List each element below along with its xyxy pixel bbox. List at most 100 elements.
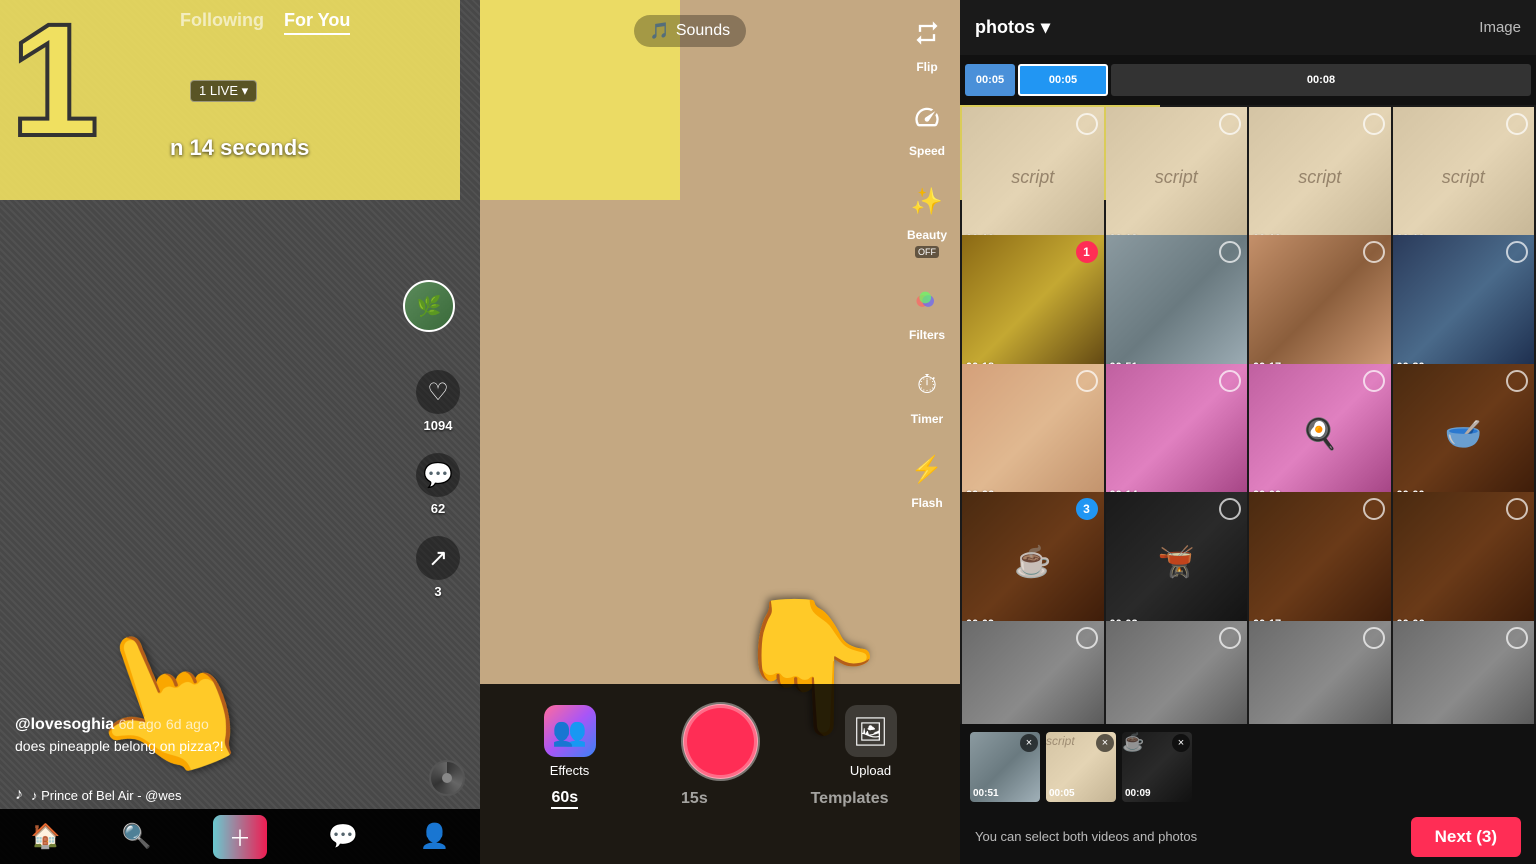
image-type-button[interactable]: Image: [1479, 19, 1521, 36]
selected-thumb-1: × 00:51: [970, 732, 1040, 802]
remove-thumb-1[interactable]: ×: [1020, 734, 1038, 752]
tab-following[interactable]: Following: [180, 10, 264, 35]
upload-label: Upload: [850, 763, 891, 778]
comment-button[interactable]: 💬 62: [416, 453, 460, 516]
selected-thumb-2: script × 00:05: [1046, 732, 1116, 802]
music-info[interactable]: ♪ ♪ Prince of Bel Air - @wes: [15, 786, 181, 804]
photo-select-7[interactable]: [1363, 241, 1385, 263]
panel-feed: 1 Following For You 1 LIVE ▾ n 14 second…: [0, 0, 480, 864]
comment-icon: 💬: [416, 453, 460, 497]
photo-cell-16[interactable]: 00:06: [1393, 492, 1535, 634]
beauty-off-badge: OFF: [915, 246, 939, 258]
action-buttons-container: ♡ 1094 💬 62 ↗ 3: [416, 370, 460, 599]
sounds-label: Sounds: [676, 22, 730, 40]
tool-flash[interactable]: ⚡ Flash: [904, 446, 950, 510]
photo-select-10[interactable]: [1219, 370, 1241, 392]
photo-select-13[interactable]: 3: [1076, 498, 1098, 520]
speed-icon: [904, 94, 950, 140]
tool-filters[interactable]: Filters: [904, 278, 950, 342]
selected-thumb-3: ☕ × 00:09: [1122, 732, 1192, 802]
photo-cell-10[interactable]: 00:14: [1106, 364, 1248, 506]
photos-title: photos: [975, 17, 1035, 38]
photo-select-2[interactable]: [1219, 113, 1241, 135]
filters-label: Filters: [909, 328, 945, 342]
camera-bottom: 👥 Effects 🖼 Upload 60s 15s Templates: [480, 684, 960, 864]
comment-count: 62: [431, 501, 445, 516]
speed-label: Speed: [909, 144, 945, 158]
photo-cell-6[interactable]: 00:51: [1106, 235, 1248, 377]
duration-templates[interactable]: Templates: [811, 790, 889, 808]
nav-search[interactable]: 🔍: [122, 822, 152, 851]
photo-cell-12[interactable]: 🥣 00:00: [1393, 364, 1535, 506]
next-button[interactable]: Next (3): [1411, 817, 1521, 857]
photo-cell-11[interactable]: 🍳 00:00: [1249, 364, 1391, 506]
photo-select-19[interactable]: [1363, 627, 1385, 649]
photo-cell-14[interactable]: 🫕 00:02: [1106, 492, 1248, 634]
photo-select-5[interactable]: 1: [1076, 241, 1098, 263]
photo-select-17[interactable]: [1076, 627, 1098, 649]
photo-cell-4[interactable]: script 00:19: [1393, 107, 1535, 249]
like-button[interactable]: ♡ 1094: [416, 370, 460, 433]
effects-icon: 👥: [544, 705, 596, 757]
remove-thumb-2[interactable]: ×: [1096, 734, 1114, 752]
effects-button[interactable]: 👥 Effects: [544, 705, 596, 778]
record-button[interactable]: [683, 704, 758, 779]
tool-flip[interactable]: Flip: [904, 10, 950, 74]
music-disc[interactable]: [429, 760, 465, 796]
creator-avatar[interactable]: 🌿: [403, 280, 455, 332]
upload-icon: 🖼: [845, 705, 897, 757]
nav-create[interactable]: ＋: [213, 815, 267, 859]
nav-profile[interactable]: 👤: [419, 822, 449, 851]
effects-label: Effects: [550, 763, 590, 778]
photo-select-3[interactable]: [1363, 113, 1385, 135]
sounds-button[interactable]: 🎵 Sounds: [634, 15, 746, 47]
post-time: 6d ago: [119, 716, 162, 732]
photo-cell-1[interactable]: script 00:19: [962, 107, 1104, 249]
tab-for-you[interactable]: For You: [284, 10, 350, 35]
photo-select-1[interactable]: [1076, 113, 1098, 135]
dropdown-chevron-icon: ▾: [1041, 17, 1050, 38]
plus-icon: ＋: [229, 821, 251, 853]
photo-cell-8[interactable]: 00:20: [1393, 235, 1535, 377]
photo-select-15[interactable]: [1363, 498, 1385, 520]
share-button[interactable]: ↗ 3: [416, 536, 460, 599]
share-icon: ↗: [416, 536, 460, 580]
photo-select-20[interactable]: [1506, 627, 1528, 649]
photo-cell-9[interactable]: 00:06: [962, 364, 1104, 506]
photo-cell-7[interactable]: 00:17: [1249, 235, 1391, 377]
nav-inbox[interactable]: 💬: [328, 822, 358, 851]
flip-label: Flip: [916, 60, 937, 74]
footer-hint: You can select both videos and photos: [975, 829, 1197, 844]
photo-cell-2[interactable]: script 00:19: [1106, 107, 1248, 249]
flip-icon: [904, 10, 950, 56]
inbox-icon: 💬: [328, 822, 358, 851]
timeline-time-1: 00:05: [976, 74, 1004, 86]
photo-cell-13[interactable]: ☕ 00:09 3: [962, 492, 1104, 634]
photo-select-9[interactable]: [1076, 370, 1098, 392]
timeline-time-3: 00:08: [1307, 74, 1335, 86]
nav-home[interactable]: 🏠: [31, 822, 61, 851]
photo-select-12[interactable]: [1506, 370, 1528, 392]
photo-select-18[interactable]: [1219, 627, 1241, 649]
duration-15s[interactable]: 15s: [681, 790, 708, 808]
photo-cell-5[interactable]: 00:18 1: [962, 235, 1104, 377]
duration-options: 60s 15s Templates: [480, 789, 960, 819]
creator-username[interactable]: @lovesoghia: [15, 716, 114, 733]
photo-select-4[interactable]: [1506, 113, 1528, 135]
remove-thumb-3[interactable]: ×: [1172, 734, 1190, 752]
camera-tools: Flip Speed ✨ Beauty OFF Filters: [904, 10, 950, 510]
selected-thumb-duration-1: 00:51: [973, 788, 999, 799]
timeline-segment-2[interactable]: 00:05: [1018, 64, 1108, 96]
tool-beauty[interactable]: ✨ Beauty OFF: [904, 178, 950, 258]
upload-button[interactable]: 🖼 Upload: [845, 705, 897, 778]
photo-cell-3[interactable]: script 00:19: [1249, 107, 1391, 249]
duration-60s[interactable]: 60s: [551, 789, 578, 809]
live-badge[interactable]: 1 LIVE ▾: [190, 80, 257, 102]
photo-cell-15[interactable]: 00:17: [1249, 492, 1391, 634]
timer-label: Timer: [911, 412, 943, 426]
tool-speed[interactable]: Speed: [904, 94, 950, 158]
tool-timer[interactable]: ⏱ Timer: [904, 362, 950, 426]
like-count: 1094: [424, 418, 453, 433]
photo-select-11[interactable]: [1363, 370, 1385, 392]
photos-dropdown[interactable]: photos ▾: [975, 17, 1050, 38]
